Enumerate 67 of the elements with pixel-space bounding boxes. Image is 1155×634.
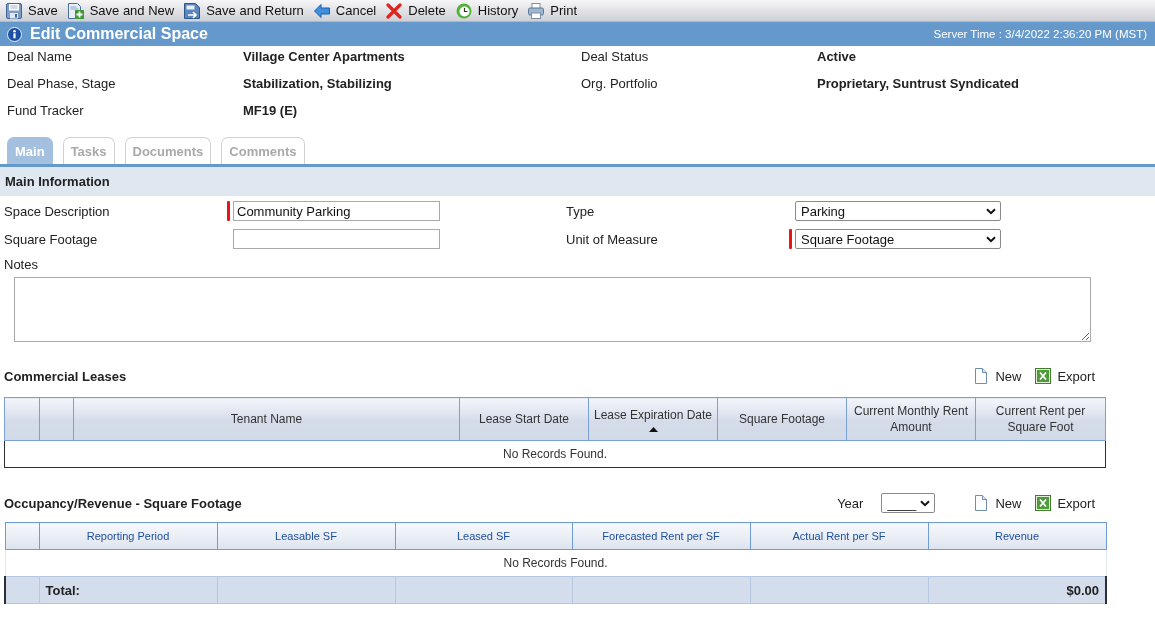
save-and-new-button[interactable]: Save and New [62, 0, 180, 21]
server-time: Server Time : 3/4/2022 2:36:20 PM (MST) [933, 28, 1147, 40]
document-icon [973, 495, 990, 511]
export-button[interactable]: Export [1035, 368, 1095, 384]
select-field[interactable]: Square Footage [795, 229, 1001, 249]
empty-message: No Records Found. [4, 440, 1106, 468]
info-icon [7, 26, 22, 42]
print-button[interactable]: Print [523, 0, 582, 21]
page-title: Edit Commercial Space [30, 25, 208, 43]
total-label: Total: [39, 576, 217, 604]
document-plus-icon [67, 2, 84, 19]
spreadsheet-icon [1035, 495, 1052, 511]
total-value: $0.00 [928, 576, 1106, 604]
column-header[interactable]: Tenant Name [73, 397, 460, 441]
save-and-return-button[interactable]: Save and Return [179, 0, 309, 21]
column-header[interactable]: Square Footage [717, 397, 847, 441]
column-header[interactable]: Reporting Period [39, 522, 217, 550]
field-label: Unit of Measure [566, 231, 658, 247]
clock-icon [455, 2, 472, 19]
select-field[interactable]: Parking [795, 201, 1001, 221]
save-button[interactable]: Save [1, 0, 63, 21]
field-label: Space Description [4, 203, 110, 219]
delete-button[interactable]: Delete [381, 0, 451, 21]
arrow-left-icon [313, 2, 330, 19]
info-value: MF19 (E) [243, 102, 298, 120]
column-header[interactable]: Leasable SF [217, 522, 395, 550]
cancel-button[interactable]: Cancel [308, 0, 382, 21]
new-button[interactable]: New [973, 495, 1022, 511]
info-value: Stabilization, Stabilizing [243, 75, 392, 93]
printer-icon [528, 2, 545, 19]
info-label: Org. Portfolio [581, 75, 658, 93]
spreadsheet-icon [1035, 368, 1052, 384]
text-field[interactable] [233, 229, 440, 249]
info-label: Deal Status [581, 48, 649, 66]
section-title: Main Information [5, 174, 110, 189]
section-title: Occupancy/Revenue - Square Footage [4, 495, 242, 511]
year-label: Year [837, 495, 864, 511]
chevron-down-icon [920, 499, 931, 507]
document-icon [973, 368, 990, 384]
info-label: Fund Tracker [7, 102, 84, 120]
column-header[interactable]: Leased SF [395, 522, 572, 550]
notes-field[interactable] [14, 277, 1091, 342]
field-label: Square Footage [4, 231, 98, 247]
field-label: Type [566, 203, 595, 219]
section-title: Commercial Leases [4, 368, 127, 384]
history-button[interactable]: History [450, 0, 524, 21]
info-value: Proprietary, Suntrust Syndicated [817, 75, 1020, 93]
chevron-down-icon [986, 207, 996, 215]
info-label: Deal Name [7, 48, 73, 66]
export-button[interactable]: Export [1035, 495, 1095, 511]
column-header[interactable]: Current Rent per Square Foot [975, 397, 1106, 441]
column-header[interactable]: Lease Expiration Date [588, 397, 718, 441]
column-header[interactable]: Actual Rent per SF [750, 522, 928, 550]
column-header[interactable]: Forecasted Rent per SF [572, 522, 750, 550]
chevron-down-icon [986, 235, 996, 243]
field-label: Notes [4, 257, 38, 272]
column-header[interactable]: Revenue [928, 522, 1106, 550]
column-header[interactable]: Lease Start Date [459, 397, 589, 441]
info-value: Active [817, 48, 857, 66]
text-field[interactable]: Community Parking [233, 201, 440, 221]
column-header[interactable]: Current Monthly Rent Amount [846, 397, 976, 441]
info-value: Village Center Apartments [243, 48, 405, 66]
year-select[interactable]: ____ [881, 493, 936, 513]
new-button[interactable]: New [973, 368, 1022, 384]
info-label: Deal Phase, Stage [7, 75, 116, 93]
document-arrow-icon [184, 2, 201, 19]
x-mark-icon [386, 2, 403, 19]
